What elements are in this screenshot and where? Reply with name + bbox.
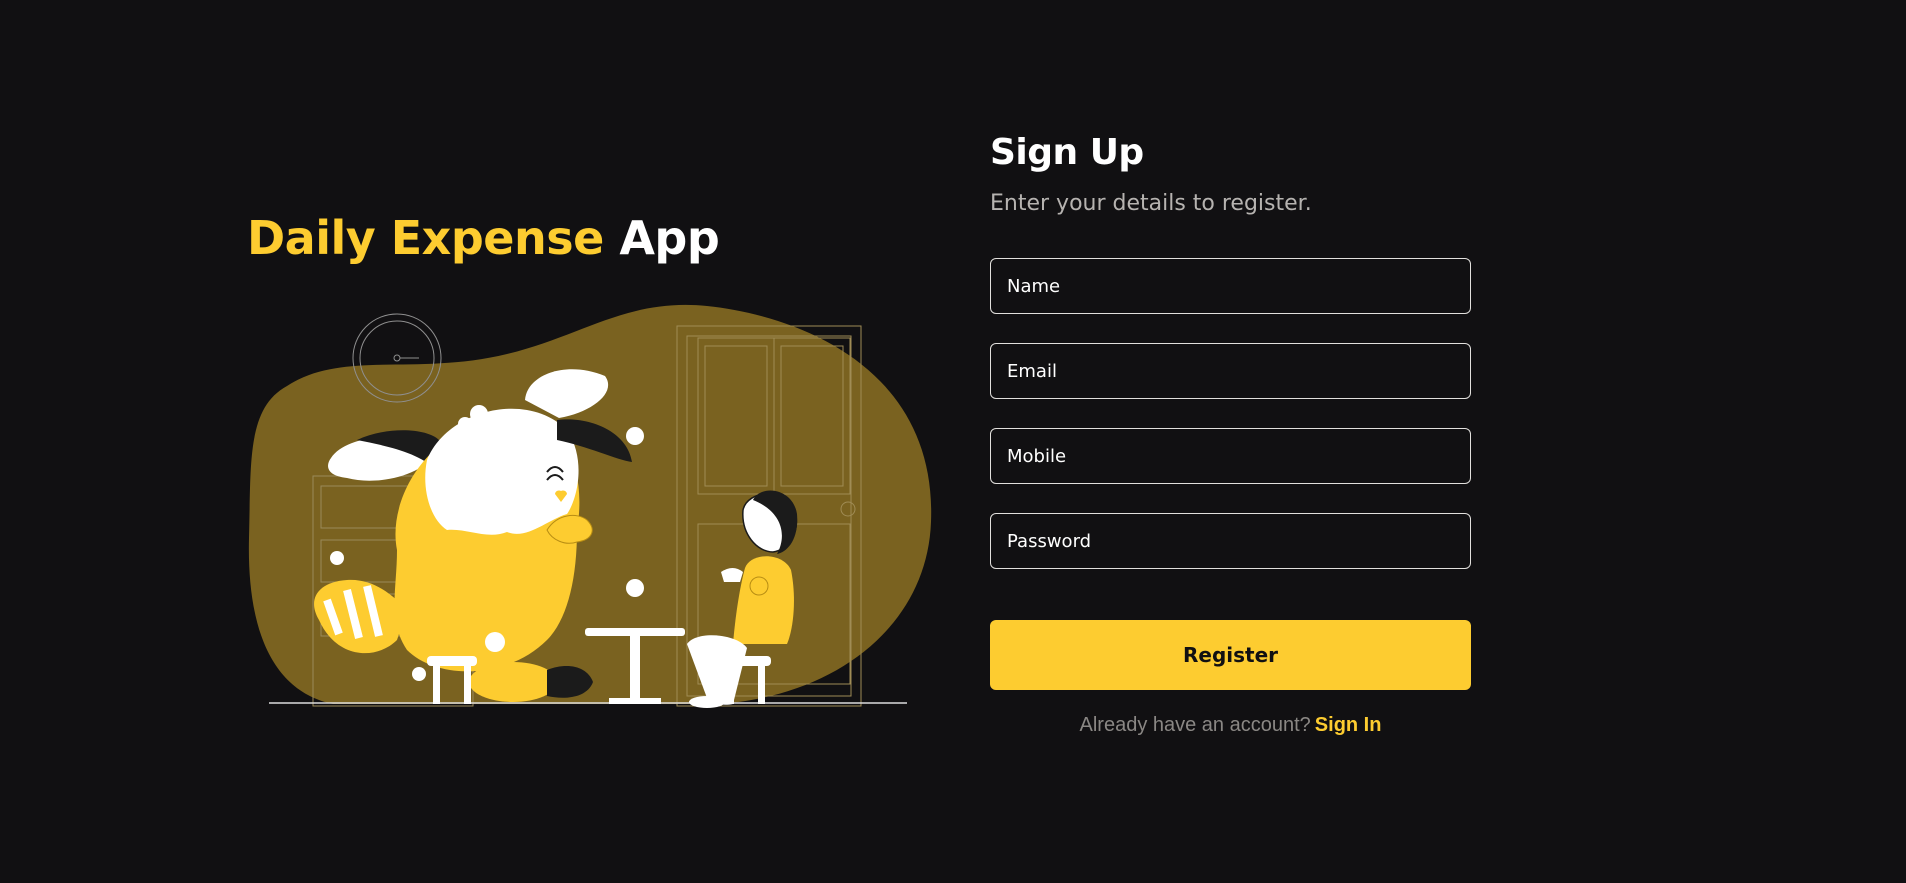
password-field[interactable] bbox=[990, 513, 1471, 569]
register-button[interactable]: Register bbox=[990, 620, 1471, 690]
name-field[interactable] bbox=[990, 258, 1471, 314]
app-title-rest: App bbox=[619, 211, 720, 265]
mobile-field[interactable] bbox=[990, 428, 1471, 484]
form-subtitle: Enter your details to register. bbox=[990, 191, 1312, 216]
signin-row: Already have an account? Sign In bbox=[990, 714, 1471, 737]
app-title: Daily Expense App bbox=[247, 205, 937, 271]
signup-page: Daily Expense App Sign Up Enter your det… bbox=[0, 0, 1906, 883]
signin-prompt: Already have an account? bbox=[1079, 714, 1311, 736]
tea-party-illustration bbox=[248, 304, 932, 708]
signin-link[interactable]: Sign In bbox=[1315, 714, 1382, 736]
email-field[interactable] bbox=[990, 343, 1471, 399]
signup-form: Sign Up Enter your details to register. … bbox=[990, 126, 1471, 737]
app-title-accent: Daily Expense bbox=[247, 211, 604, 265]
hero-section: Daily Expense App bbox=[247, 205, 937, 271]
form-title: Sign Up bbox=[990, 132, 1144, 173]
